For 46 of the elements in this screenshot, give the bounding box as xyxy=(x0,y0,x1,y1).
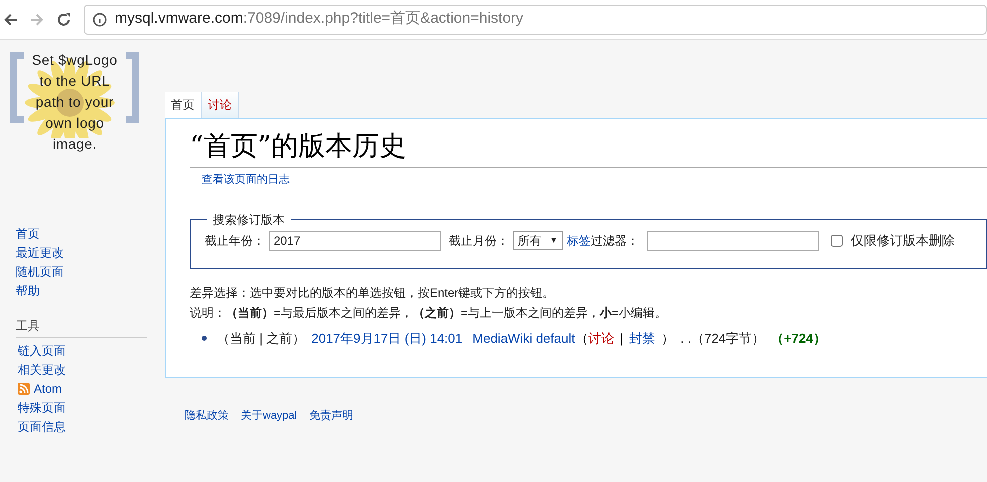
rss-icon xyxy=(18,383,30,395)
sidebar-link[interactable]: 帮助 xyxy=(16,282,40,300)
diff-text: （+724） xyxy=(771,330,826,348)
year-label: 截止年份： xyxy=(205,232,265,250)
back-icon[interactable] xyxy=(4,12,18,26)
legend-text: 说明：（当前）=与最后版本之间的差异，（之前）=与上一版本之间的差异，小=小编辑。 xyxy=(190,304,668,322)
paren-text: （ xyxy=(575,330,588,348)
hint-text: 差异选择：选中要对比的版本的单选按钮，按Enter键或下方的按钮。 xyxy=(190,284,556,302)
deleted-checkbox[interactable] xyxy=(830,234,843,246)
footer-link[interactable]: 免责声明 xyxy=(309,408,354,424)
page-tab[interactable]: 讨论 xyxy=(202,92,239,118)
month-label: 截止月份： xyxy=(449,232,509,250)
footer-link[interactable]: 关于waypal xyxy=(241,408,298,424)
deleted-label: 仅限修订版本删除 xyxy=(850,232,955,250)
block-link[interactable]: 封禁 xyxy=(630,328,656,348)
separator-text: | xyxy=(620,330,624,348)
sidebar-link[interactable]: 最近更改 xyxy=(16,244,64,262)
page-tab[interactable]: 首页 xyxy=(165,92,202,118)
month-select[interactable]: 所有 ▼ xyxy=(513,231,563,250)
cur-prev-text: （当前 | 之前） xyxy=(217,330,306,348)
sidebar-link[interactable]: 首页 xyxy=(16,225,40,243)
paren-text: ） xyxy=(662,330,675,348)
tag-link[interactable]: 标签 xyxy=(566,232,591,250)
footer-link[interactable]: 隐私政策 xyxy=(185,408,229,424)
bullet-icon xyxy=(202,336,207,341)
talk-link[interactable]: 讨论 xyxy=(588,328,614,348)
reload-icon[interactable] xyxy=(56,12,72,28)
tag-field[interactable] xyxy=(646,230,819,250)
sidebar-link[interactable]: Atom xyxy=(34,380,62,398)
sidebar-link[interactable]: 链入页面 xyxy=(18,342,66,360)
info-icon xyxy=(93,12,107,26)
tools-heading: 工具 xyxy=(16,317,147,338)
address-bar[interactable]: mysql.vmware.com:7089/index.php?title=首页&action=history xyxy=(84,4,987,34)
sidebar-link[interactable]: 随机页面 xyxy=(16,263,64,281)
sidebar-link[interactable]: 页面信息 xyxy=(18,418,66,436)
tag-label: 过滤器： xyxy=(590,232,639,250)
date-link[interactable]: 2017年9月17日 (日) 14:01 xyxy=(312,328,463,348)
fieldset-legend: 搜索修订版本 xyxy=(207,210,291,228)
page-heading: “首页”的版本历史 xyxy=(190,129,987,168)
size-text: . .（724字节） xyxy=(680,330,766,348)
log-link[interactable]: 查看该页面的日志 xyxy=(202,172,290,188)
sidebar-link[interactable]: 相关更改 xyxy=(18,361,66,379)
year-field[interactable]: 2017 xyxy=(269,230,441,250)
user-link[interactable]: MediaWiki default xyxy=(472,328,576,348)
url-text: mysql.vmware.com:7089/index.php?title=首页&action=history xyxy=(115,9,524,30)
sidebar-link[interactable]: 特殊页面 xyxy=(18,399,66,417)
